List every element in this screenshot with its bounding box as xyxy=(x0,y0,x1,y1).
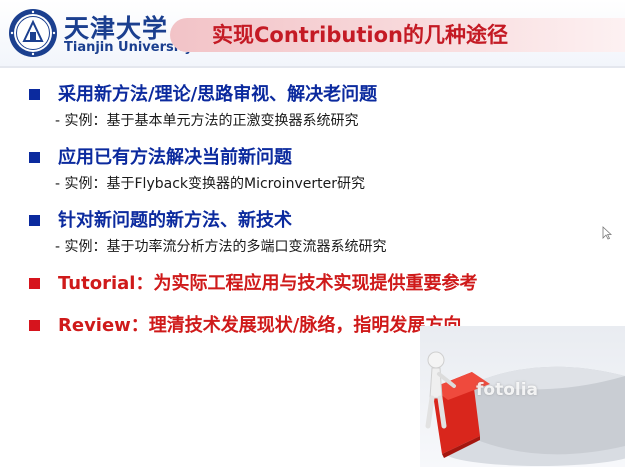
header-divider xyxy=(0,66,625,68)
bullet-square-icon xyxy=(29,152,40,163)
stock-watermark: fotolia xyxy=(476,380,539,400)
bullet-square-icon xyxy=(29,278,40,289)
bullet-example: - 实例：基于Flyback变换器的Microinverter研究 xyxy=(55,176,365,192)
university-seal-icon xyxy=(9,9,57,57)
bullet-text: 采用新方法/理论/思路审视、解决老问题 xyxy=(58,84,378,105)
bullet-text: 针对新问题的新方法、新技术 xyxy=(58,210,292,231)
bullet-text: 应用已有方法解决当前新问题 xyxy=(58,147,292,168)
mouse-pointer-icon xyxy=(602,226,612,240)
bullet-square-icon xyxy=(29,320,40,331)
slide-header: 天津大学 Tianjin University 实现Contribution的几… xyxy=(0,0,625,66)
slide-title: 实现Contribution的几种途径 xyxy=(212,23,508,47)
bullet-text: Tutorial：为实际工程应用与技术实现提供重要参考 xyxy=(58,273,478,294)
slide: 天津大学 Tianjin University 实现Contribution的几… xyxy=(0,0,625,467)
bullet-square-icon xyxy=(29,215,40,226)
bullet-example: - 实例：基于基本单元方法的正激变换器系统研究 xyxy=(55,113,359,129)
bullet-example: - 实例：基于功率流分析方法的多端口变流器系统研究 xyxy=(55,239,387,255)
bullet-square-icon xyxy=(29,89,40,100)
bullet-text: Review：理清技术发展现状/脉络，指明发展方向 xyxy=(58,315,462,336)
